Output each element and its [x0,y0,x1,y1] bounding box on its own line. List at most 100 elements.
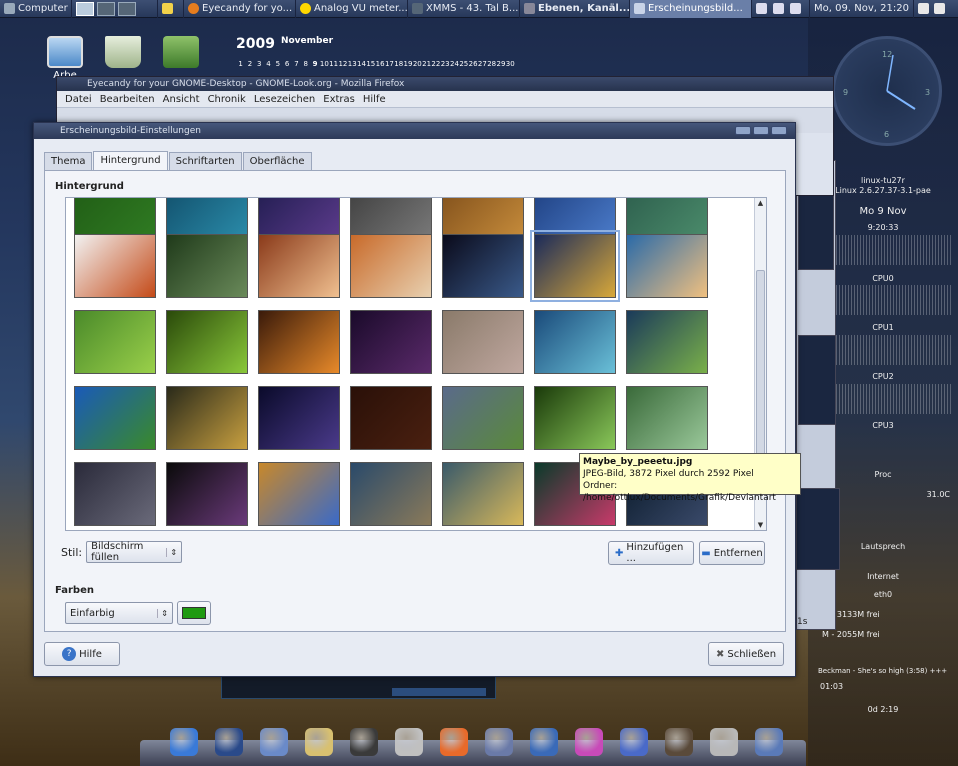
tab-schriftarten[interactable]: Schriftarten [168,152,242,171]
dock-terminal-icon[interactable] [350,728,378,756]
dock-image-icon[interactable] [260,728,288,756]
style-select[interactable]: Bildschirm füllen ⇕ [86,541,183,563]
menu-ansicht[interactable]: Ansicht [163,94,200,105]
workspace-2[interactable] [97,1,115,16]
close-button[interactable]: ✖ Schließen [708,642,784,666]
task-appearance[interactable]: Erscheinungsbild... [630,0,752,18]
task-gimp-layers[interactable]: Ebenen, Kanäl... [520,0,630,18]
wallpaper-thumbnail[interactable] [74,310,156,374]
back-icon[interactable] [756,3,767,14]
wallpaper-thumbnail[interactable] [74,462,156,526]
task-xmms[interactable]: XMMS - 43. Tal B... [408,0,520,18]
dock-document-icon[interactable] [620,728,648,756]
dock-browser-icon[interactable] [170,728,198,756]
wallpaper-thumbnail[interactable] [258,198,340,236]
volume-icon[interactable] [790,3,801,14]
wallpaper-thumbnail[interactable] [530,230,620,302]
help-button[interactable]: ? Hilfe [44,642,120,666]
menu-extras[interactable]: Extras [323,94,355,105]
color-swatch [182,607,206,619]
wallpaper-thumbnail[interactable] [258,462,340,526]
wallpaper-thumbnail[interactable] [442,462,524,526]
wallpaper-thumbnail[interactable] [166,386,248,450]
workspace-switcher[interactable] [72,0,158,18]
wallpaper-thumbnail[interactable] [626,234,708,298]
firefox-titlebar[interactable]: Eyecandy for your GNOME-Desktop - GNOME-… [57,77,833,91]
task-vu-meter[interactable]: Analog VU meter... [296,0,408,18]
color-mode-select[interactable]: Einfarbig ⇕ [65,602,173,624]
wallpaper-thumbnail[interactable] [74,386,156,450]
workspace-1[interactable] [76,1,94,16]
dock-music-icon[interactable] [485,728,513,756]
menu-bearbeiten[interactable]: Bearbeiten [100,94,155,105]
remove-wallpaper-button[interactable]: ▬ Entfernen [699,541,765,565]
wallpaper-thumbnail[interactable] [442,310,524,374]
menu-hilfe[interactable]: Hilfe [363,94,386,105]
xmms-seekbar[interactable] [392,688,486,696]
wallpaper-thumbnail[interactable] [258,234,340,298]
firefox-icon [188,3,199,14]
wallpaper-thumbnail[interactable] [350,386,432,450]
wallpaper-thumbnail[interactable] [258,386,340,450]
menu-chronik[interactable]: Chronik [208,94,246,105]
style-row: Stil: Bildschirm füllen ⇕ [61,541,183,563]
wallpaper-thumbnail[interactable] [534,386,616,450]
dock-firefox-icon[interactable] [440,728,468,756]
add-wallpaper-button[interactable]: ✚ Hinzufügen ... [608,541,694,565]
tab-hintergrund[interactable]: Hintergrund [93,151,168,171]
notes-launcher[interactable] [158,0,184,18]
dock-network-icon[interactable] [530,728,558,756]
wallpaper-thumbnail[interactable] [166,310,248,374]
tray-icon[interactable] [934,3,945,14]
dialog-titlebar[interactable]: Erscheinungsbild-Einstellungen [34,123,795,139]
close-window-button[interactable] [771,126,787,135]
task-firefox[interactable]: Eyecandy for yo... [184,0,296,18]
dock-gimp-icon[interactable] [665,728,693,756]
scroll-down-arrow-icon[interactable]: ▼ [755,520,766,530]
wallpaper-thumbnail[interactable] [166,234,248,298]
wallpaper-thumbnail[interactable] [74,234,156,298]
svg-text:12: 12 [882,50,892,59]
wallpaper-thumbnail[interactable] [166,198,248,236]
wallpaper-thumbnail[interactable] [442,234,524,298]
scroll-up-arrow-icon[interactable]: ▲ [755,198,766,208]
workspace-3[interactable] [118,1,136,16]
minimize-button[interactable] [735,126,751,135]
wallpaper-thumbnail[interactable] [350,462,432,526]
calendar-day: 25 [459,60,469,68]
wallpaper-thumbnail[interactable] [626,310,708,374]
wallpaper-thumbnail[interactable] [350,234,432,298]
maximize-button[interactable] [753,126,769,135]
dock-tools-icon[interactable] [710,728,738,756]
wallpaper-thumbnail[interactable] [258,310,340,374]
menu-datei[interactable]: Datei [65,94,92,105]
wallpaper-thumbnail[interactable] [74,198,156,236]
color-picker-button[interactable] [177,601,211,625]
power-icon[interactable] [918,3,929,14]
network-icon[interactable] [773,3,784,14]
wallpaper-thumbnail[interactable] [626,198,708,236]
dock-paint-icon[interactable] [575,728,603,756]
desktop-icon-folder[interactable] [146,36,216,70]
calendar-day: 4 [266,60,271,68]
menu-lesezeichen[interactable]: Lesezeichen [254,94,315,105]
wallpaper-thumbnail[interactable] [442,386,524,450]
tab-thema[interactable]: Thema [44,152,93,171]
panel-clock[interactable]: Mo, 09. Nov, 21:20 [810,0,914,18]
wallpaper-tooltip: Maybe_by_peeetu.jpg JPEG-Bild, 3872 Pixe… [579,453,801,503]
dock-settings-icon[interactable] [395,728,423,756]
wallpaper-thumbnail[interactable] [166,462,248,526]
computer-menu[interactable]: Computer [0,0,72,18]
wallpaper-thumbnail[interactable] [534,198,616,236]
dock-editor-icon[interactable] [305,728,333,756]
systray [752,0,810,18]
wallpaper-thumbnail[interactable] [442,198,524,236]
dock-trash-icon[interactable] [755,728,783,756]
analog-clock: 12 3 6 9 [832,36,942,146]
dock-home-icon[interactable] [215,728,243,756]
wallpaper-thumbnail[interactable] [350,198,432,236]
wallpaper-thumbnail[interactable] [626,386,708,450]
wallpaper-thumbnail[interactable] [534,310,616,374]
tab-oberflaeche[interactable]: Oberfläche [242,152,312,171]
wallpaper-thumbnail[interactable] [350,310,432,374]
